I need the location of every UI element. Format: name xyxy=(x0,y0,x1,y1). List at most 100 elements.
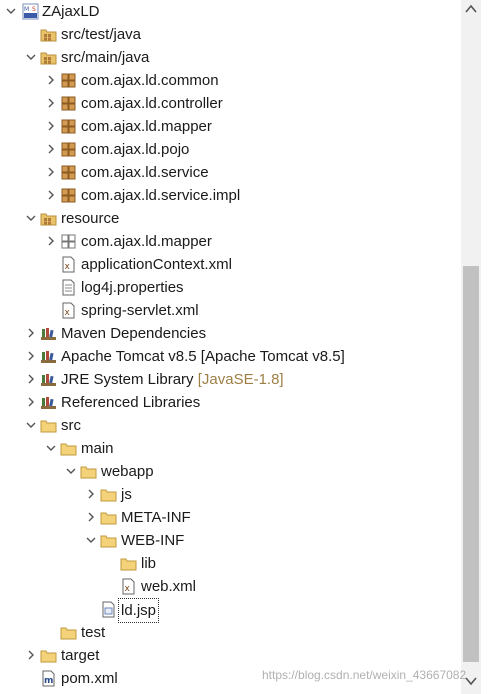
tree-item-com-ajax-ld-mapper[interactable]: com.ajax.ld.mapper xyxy=(0,230,460,253)
tree-item-label: ld.jsp xyxy=(118,598,160,623)
tree-item-com-ajax-ld-common[interactable]: com.ajax.ld.common xyxy=(0,69,460,92)
jsp-file-icon xyxy=(100,601,117,618)
svg-text:S: S xyxy=(32,6,36,13)
chevron-down-icon[interactable] xyxy=(84,529,98,552)
tree-item-label: com.ajax.ld.mapper xyxy=(81,118,212,135)
source-folder-icon xyxy=(40,26,57,43)
folder-icon xyxy=(60,440,77,457)
tree-item-target[interactable]: target xyxy=(0,644,460,667)
tree-item-label: src/main/java xyxy=(61,49,150,66)
folder-icon xyxy=(120,555,137,572)
tree-item-com-ajax-ld-pojo[interactable]: com.ajax.ld.pojo xyxy=(0,138,460,161)
tree-item-ld-jsp[interactable]: ld.jsp xyxy=(0,598,460,623)
chevron-right-icon[interactable] xyxy=(44,115,58,138)
folder-icon xyxy=(100,532,117,549)
tree-item-resource[interactable]: resource xyxy=(0,207,460,230)
source-folder-icon xyxy=(40,49,57,66)
tree-item-com-ajax-ld-service[interactable]: com.ajax.ld.service xyxy=(0,161,460,184)
package-icon xyxy=(60,72,77,89)
tree-item-src-test-java[interactable]: src/test/java xyxy=(0,23,460,46)
scrollbar-thumb[interactable] xyxy=(463,266,479,662)
tree-item-spring-servlet-xml[interactable]: x spring-servlet.xml xyxy=(0,299,460,322)
tree-item-zajaxld[interactable]: M S ZAjaxLD xyxy=(0,0,460,23)
tree-item-label: WEB-INF xyxy=(121,532,185,549)
tree-item-main[interactable]: main xyxy=(0,437,460,460)
chevron-right-icon[interactable] xyxy=(44,161,58,184)
folder-icon xyxy=(100,509,117,526)
tree-item-lib[interactable]: lib xyxy=(0,552,460,575)
tree-item-label: com.ajax.ld.service.impl xyxy=(81,187,241,204)
chevron-right-icon[interactable] xyxy=(44,230,58,253)
tree-item-webapp[interactable]: webapp xyxy=(0,460,460,483)
chevron-right-icon[interactable] xyxy=(44,138,58,161)
tree-item-label: web.xml xyxy=(141,578,197,595)
tree-item-label: main xyxy=(81,440,114,457)
tree-item-src-main-java[interactable]: src/main/java xyxy=(0,46,460,69)
chevron-down-icon[interactable] xyxy=(44,437,58,460)
chevron-right-icon[interactable] xyxy=(24,644,38,667)
tree-item-src[interactable]: src xyxy=(0,414,460,437)
package-icon xyxy=(60,95,77,112)
tree-item-label: src xyxy=(61,417,81,434)
tree-item-label: webapp xyxy=(101,463,154,480)
scroll-down-arrow-icon[interactable] xyxy=(465,676,477,686)
chevron-down-icon[interactable] xyxy=(64,460,78,483)
xml-file-icon: x xyxy=(120,578,137,595)
chevron-right-icon[interactable] xyxy=(44,69,58,92)
chevron-right-icon[interactable] xyxy=(24,391,38,414)
tree-item-apache-tomcat-v8-5-apache-tomcat-v8-5[interactable]: Apache Tomcat v8.5 [Apache Tomcat v8.5] xyxy=(0,345,460,368)
tree-item-web-inf[interactable]: WEB-INF xyxy=(0,529,460,552)
tree-item-label: com.ajax.ld.pojo xyxy=(81,141,190,158)
svg-text:m: m xyxy=(44,676,53,686)
vertical-scrollbar[interactable] xyxy=(461,0,481,694)
text-file-icon xyxy=(60,279,77,296)
scroll-up-arrow-icon[interactable] xyxy=(465,4,477,14)
svg-text:M: M xyxy=(24,6,29,13)
tree-item-js[interactable]: js xyxy=(0,483,460,506)
tree-item-maven-dependencies[interactable]: Maven Dependencies xyxy=(0,322,460,345)
library-icon xyxy=(40,394,57,411)
svg-text:x: x xyxy=(65,308,71,318)
tree-item-label: Apache Tomcat v8.5 [Apache Tomcat v8.5] xyxy=(61,348,345,365)
xml-file-icon: x xyxy=(60,256,77,273)
tree-item-test[interactable]: test xyxy=(0,621,460,644)
tree-item-com-ajax-ld-mapper[interactable]: com.ajax.ld.mapper xyxy=(0,115,460,138)
chevron-right-icon[interactable] xyxy=(24,368,38,391)
chevron-right-icon[interactable] xyxy=(24,322,38,345)
tree-item-label: com.ajax.ld.controller xyxy=(81,95,223,112)
maven-pom-icon: m xyxy=(40,670,57,687)
tree-item-referenced-libraries[interactable]: Referenced Libraries xyxy=(0,391,460,414)
chevron-down-icon[interactable] xyxy=(24,46,38,69)
tree-item-com-ajax-ld-controller[interactable]: com.ajax.ld.controller xyxy=(0,92,460,115)
chevron-right-icon[interactable] xyxy=(24,345,38,368)
library-icon xyxy=(40,325,57,342)
tree-item-label: resource xyxy=(61,210,120,227)
package-icon xyxy=(60,187,77,204)
tree-item-meta-inf[interactable]: META-INF xyxy=(0,506,460,529)
package-icon xyxy=(60,164,77,181)
tree-item-web-xml[interactable]: x web.xml xyxy=(0,575,460,598)
tree-item-label: com.ajax.ld.mapper xyxy=(81,233,212,250)
chevron-right-icon[interactable] xyxy=(84,483,98,506)
chevron-right-icon[interactable] xyxy=(44,92,58,115)
folder-icon xyxy=(60,624,77,641)
svg-text:x: x xyxy=(125,584,131,594)
folder-icon xyxy=(100,486,117,503)
tree-item-log4j-properties[interactable]: log4j.properties xyxy=(0,276,460,299)
tree-item-jre-system-library[interactable]: JRE System Library [JavaSE-1.8] xyxy=(0,368,460,391)
chevron-down-icon[interactable] xyxy=(24,207,38,230)
chevron-down-icon[interactable] xyxy=(24,414,38,437)
tree-item-label: pom.xml xyxy=(61,670,118,687)
chevron-right-icon[interactable] xyxy=(84,506,98,529)
source-folder-icon xyxy=(40,210,57,227)
package-icon xyxy=(60,141,77,158)
tree-item-label: lib xyxy=(141,555,157,572)
chevron-down-icon[interactable] xyxy=(4,0,18,23)
tree-item-applicationcontext-xml[interactable]: x applicationContext.xml xyxy=(0,253,460,276)
tree-item-label: META-INF xyxy=(121,509,191,526)
tree-item-label: ZAjaxLD xyxy=(42,3,100,20)
tree-item-com-ajax-ld-service-impl[interactable]: com.ajax.ld.service.impl xyxy=(0,184,460,207)
tree-item-label: js xyxy=(121,486,132,503)
chevron-right-icon[interactable] xyxy=(44,184,58,207)
folder-icon xyxy=(80,463,97,480)
